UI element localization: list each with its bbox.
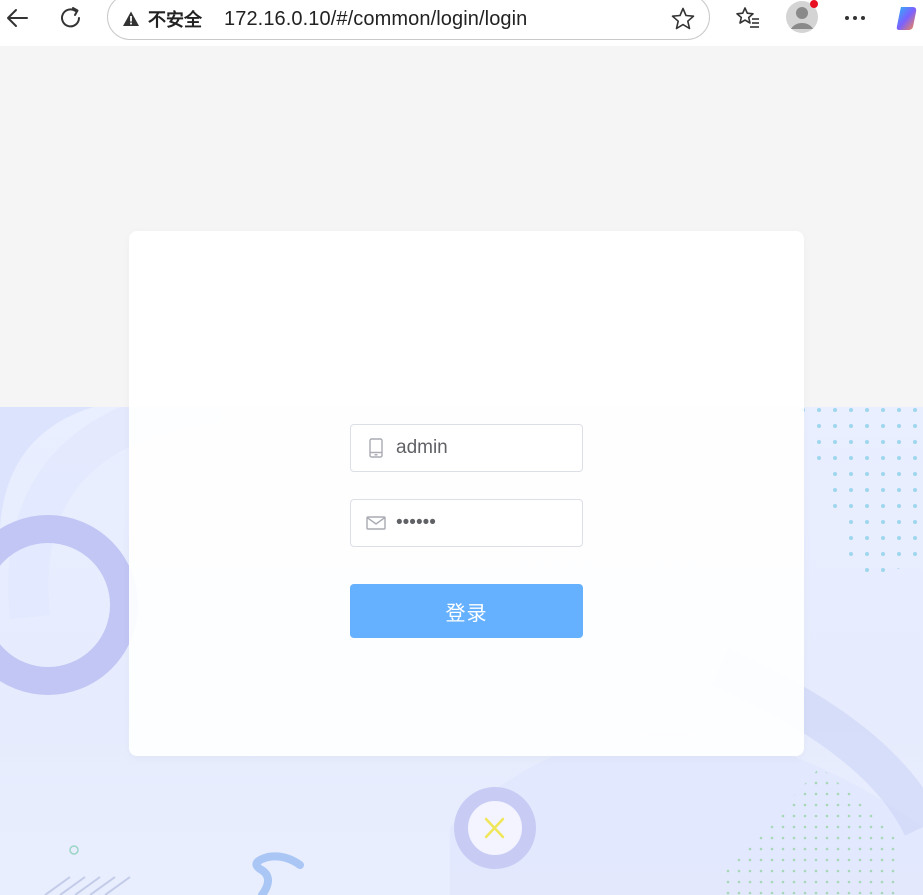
url-text[interactable]: 172.16.0.10/#/common/login/login [224, 8, 527, 31]
password-input[interactable] [396, 512, 576, 534]
password-field[interactable] [350, 499, 583, 547]
profile-avatar-icon [786, 0, 818, 33]
copilot-icon [896, 7, 917, 30]
favorites-button[interactable] [733, 3, 763, 33]
profile-button[interactable] [785, 0, 819, 34]
refresh-icon [61, 7, 80, 28]
username-input[interactable] [396, 437, 576, 459]
favorite-button[interactable] [669, 5, 697, 33]
browser-toolbar: 不安全 172.16.0.10/#/common/login/login [0, 0, 923, 46]
copilot-button[interactable] [893, 3, 923, 33]
warning-icon [123, 11, 139, 26]
refresh-button[interactable] [56, 3, 86, 33]
username-field[interactable] [350, 424, 583, 472]
star-icon [671, 7, 695, 30]
back-button[interactable] [3, 3, 33, 33]
more-dots-icon [845, 16, 865, 20]
mail-icon [366, 513, 386, 533]
more-button[interactable] [840, 3, 870, 33]
address-bar[interactable]: 不安全 172.16.0.10/#/common/login/login [107, 0, 710, 40]
favorites-list-icon [736, 7, 759, 28]
login-button[interactable]: 登录 [350, 584, 583, 638]
phone-icon [366, 438, 386, 458]
login-card: 登录 [129, 231, 804, 756]
back-arrow-icon [7, 9, 28, 27]
security-label[interactable]: 不安全 [148, 6, 202, 32]
